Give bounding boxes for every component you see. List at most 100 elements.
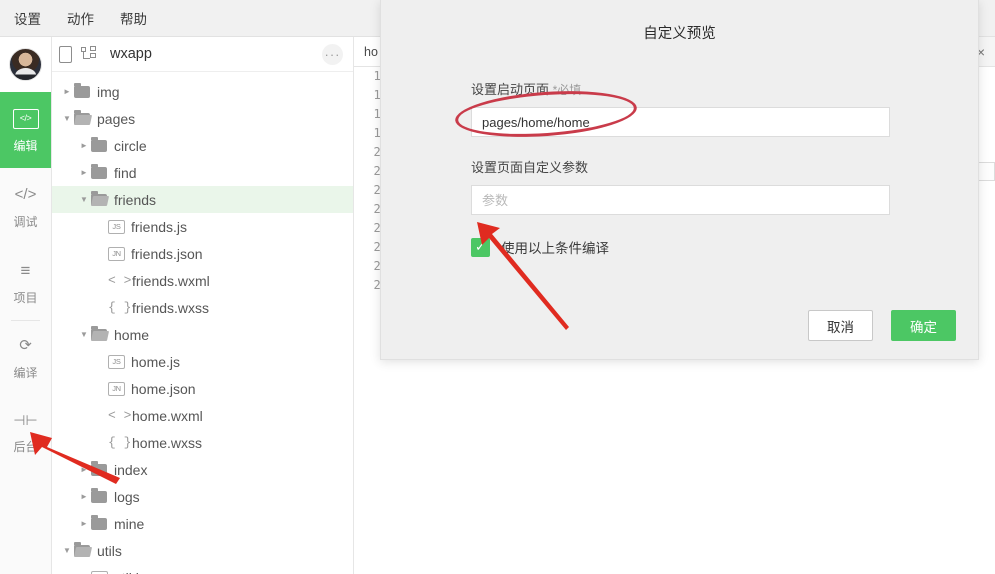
file-tree-label: friends.wxss (132, 300, 209, 316)
file-tree-label: index (114, 462, 147, 478)
dialog-footer: 取消 确定 (808, 310, 956, 341)
chevron-right-icon[interactable]: ► (77, 519, 91, 528)
startup-page-label-text: 设置启动页面 (471, 82, 549, 97)
chevron-right-icon[interactable]: ► (77, 168, 91, 177)
file-tree-row[interactable]: JSutil.js (52, 564, 353, 574)
folder-icon (91, 491, 107, 503)
sidebar-rail: </> 编辑 </> 调试 ≡ 项目 ⟳ 编译 ⊣⊢ 后台 (0, 37, 52, 574)
file-tree-row[interactable]: ► find (52, 159, 353, 186)
editor-tab-home-json[interactable]: ho (354, 37, 382, 66)
chevron-right-icon[interactable]: ► (77, 465, 91, 474)
app-window: 设置 动作 帮助 </> 编辑 </> 调试 ≡ 项目 ⟳ 编译 ⊣⊢ (0, 0, 995, 574)
file-tree-label: home.js (131, 354, 180, 370)
json-file-icon: JN (108, 247, 125, 261)
file-tree-label: home.json (131, 381, 196, 397)
sidebar-item-compile[interactable]: ⟳ 编译 (0, 321, 51, 393)
file-tree-label: home.wxss (132, 435, 202, 451)
file-tree-row[interactable]: ▼ home (52, 321, 353, 348)
sidebar-item-edit[interactable]: </> 编辑 (0, 92, 51, 168)
file-tree-row[interactable]: JN friends.json (52, 240, 353, 267)
file-tree-label: friends (114, 192, 156, 208)
conditional-compile-label: 使用以上条件编译 (501, 237, 609, 257)
startup-page-input[interactable] (471, 107, 890, 137)
file-tree-row[interactable]: ▼ utils (52, 537, 353, 564)
more-options-icon[interactable]: ··· (322, 44, 343, 65)
file-tree-label: mine (114, 516, 144, 532)
file-tree-label: home (114, 327, 149, 343)
page-params-input[interactable] (471, 185, 890, 215)
wxss-file-icon: { } (108, 300, 130, 315)
js-file-icon: JS (108, 220, 125, 234)
chevron-down-icon[interactable]: ▼ (77, 330, 91, 339)
sidebar-item-background[interactable]: ⊣⊢ 后台 (0, 393, 51, 469)
conditional-compile-checkbox[interactable]: ✓ (471, 238, 490, 257)
menu-settings[interactable]: 设置 (14, 8, 41, 28)
file-tree-label: friends.wxml (132, 273, 210, 289)
panel-toggle-icon[interactable] (59, 46, 72, 63)
sidebar-item-label: 调试 (13, 213, 37, 230)
file-tree-label: img (97, 84, 120, 100)
folder-open-icon (74, 113, 90, 125)
custom-preview-dialog: 自定义预览 设置启动页面 *必填 设置页面自定义参数 ✓ 使用以上条件编译 取消… (380, 0, 979, 360)
file-tree-label: home.wxml (132, 408, 203, 424)
avatar-container[interactable] (0, 37, 51, 92)
js-file-icon: JS (91, 571, 108, 574)
file-tree-label: friends.json (131, 246, 203, 262)
file-tree-row[interactable]: < >home.wxml (52, 402, 353, 429)
sidebar-item-project[interactable]: ≡ 项目 (0, 244, 51, 320)
chevron-right-icon[interactable]: ► (60, 87, 74, 96)
chevron-right-icon[interactable]: ► (77, 141, 91, 150)
file-tree-label: circle (114, 138, 147, 154)
chevron-down-icon[interactable]: ▼ (60, 546, 74, 555)
sidebar-item-debug[interactable]: </> 调试 (0, 168, 51, 244)
file-tree-row[interactable]: ► logs (52, 483, 353, 510)
file-tree-row[interactable]: { }home.wxss (52, 429, 353, 456)
file-tree-row[interactable]: JS home.js (52, 348, 353, 375)
angle-brackets-icon: </> (15, 183, 37, 207)
file-tree-row[interactable]: ► mine (52, 510, 353, 537)
sidebar-item-label: 项目 (13, 289, 37, 306)
folder-icon (91, 140, 107, 152)
file-tree-row[interactable]: JN home.json (52, 375, 353, 402)
cancel-button[interactable]: 取消 (808, 310, 873, 341)
chevron-down-icon[interactable]: ▼ (77, 195, 91, 204)
file-tree: ► img ▼pages ► circle ► find ▼ friends JS friends.… (52, 72, 353, 574)
page-params-label: 设置页面自定义参数 (471, 157, 888, 176)
tree-view-icon[interactable] (81, 46, 97, 62)
json-file-icon: JN (108, 382, 125, 396)
sidebar-item-label: 后台 (13, 438, 37, 455)
file-tree-row[interactable]: ▼pages (52, 105, 353, 132)
folder-icon (91, 518, 107, 530)
file-tree-row[interactable]: ► index (52, 456, 353, 483)
folder-open-icon (74, 545, 90, 557)
file-tree-row[interactable]: ► img (52, 78, 353, 105)
file-tree-row[interactable]: { }friends.wxss (52, 294, 353, 321)
file-tree-label: friends.js (131, 219, 187, 235)
chevron-down-icon[interactable]: ▼ (60, 114, 74, 123)
code-box-icon: </> (13, 107, 39, 131)
startup-page-label: 设置启动页面 *必填 (471, 79, 888, 98)
file-tree-label: utils (97, 543, 122, 559)
wxml-file-icon: < > (108, 408, 130, 423)
file-tree-row[interactable]: < >friends.wxml (52, 267, 353, 294)
conditional-compile-row[interactable]: ✓ 使用以上条件编译 (471, 237, 888, 257)
menu-help[interactable]: 帮助 (120, 8, 147, 28)
chevron-right-icon[interactable]: ► (77, 492, 91, 501)
wxml-file-icon: < > (108, 273, 130, 288)
js-file-icon: JS (108, 355, 125, 369)
sidebar-item-label: 编辑 (13, 137, 37, 154)
file-tree-row[interactable]: JS friends.js (52, 213, 353, 240)
file-tree-row[interactable]: ► circle (52, 132, 353, 159)
wxss-file-icon: { } (108, 435, 130, 450)
required-marker: *必填 (553, 83, 582, 97)
list-lines-icon: ≡ (21, 259, 31, 283)
folder-icon (74, 86, 90, 98)
file-explorer-header: wxapp ··· (52, 37, 353, 72)
file-tree-label: find (114, 165, 137, 181)
menu-actions[interactable]: 动作 (67, 8, 94, 28)
confirm-button[interactable]: 确定 (891, 310, 956, 341)
file-tree-row[interactable]: ▼ friends (52, 186, 353, 213)
file-tree-label: logs (114, 489, 140, 505)
avatar[interactable] (9, 48, 42, 81)
folder-icon (91, 167, 107, 179)
